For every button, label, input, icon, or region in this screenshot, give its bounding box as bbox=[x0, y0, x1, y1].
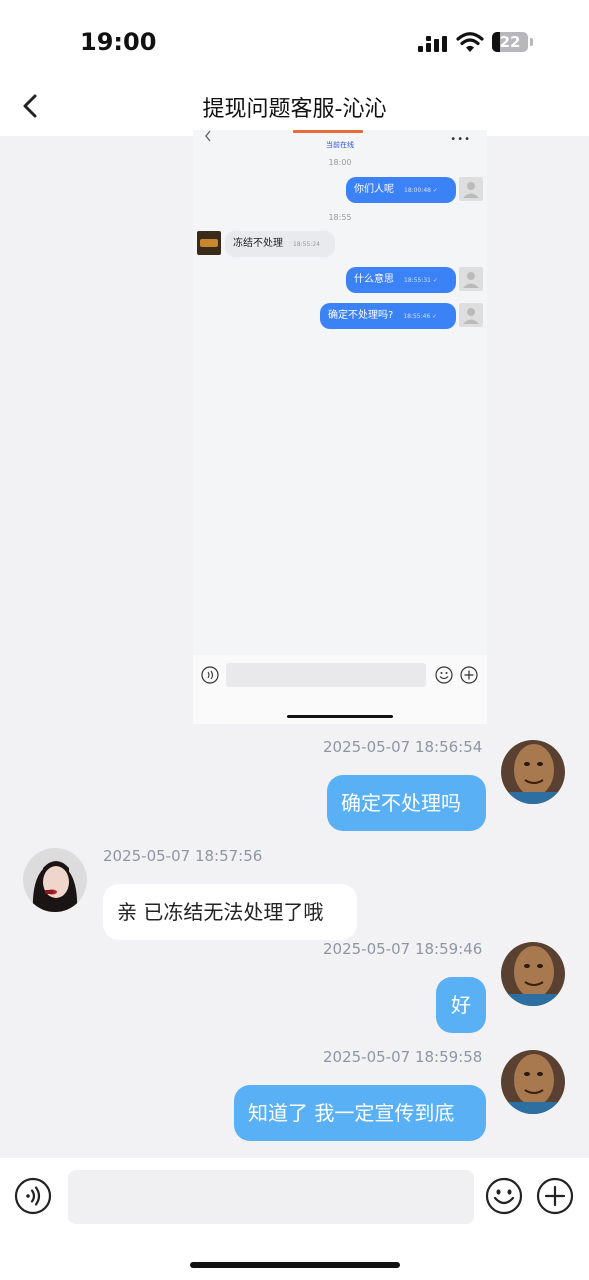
plus-icon[interactable] bbox=[536, 1177, 574, 1215]
agent-avatar[interactable] bbox=[23, 848, 87, 912]
status-time: 19:00 bbox=[80, 28, 157, 56]
emoji-icon[interactable] bbox=[485, 1177, 523, 1215]
user-avatar[interactable] bbox=[501, 942, 565, 1006]
message-bubble-incoming[interactable]: 亲 已冻结无法处理了哦 bbox=[103, 884, 357, 940]
message-input[interactable] bbox=[68, 1170, 474, 1224]
message-timestamp: 2025-05-07 18:59:46 bbox=[323, 940, 483, 958]
shot-time-label: 18:00 bbox=[328, 158, 352, 167]
message-bubble-outgoing[interactable]: 好 bbox=[436, 977, 486, 1033]
message-timestamp: 2025-05-07 18:59:58 bbox=[323, 1048, 483, 1066]
shot-bubble-in: 冻结不处理 18:55:24 bbox=[225, 231, 335, 257]
shot-home-indicator bbox=[287, 715, 393, 718]
battery-icon: 22 bbox=[492, 32, 528, 52]
shot-bubble-out: 什么意思 18:55:31 ✓ bbox=[346, 267, 456, 293]
page-title: 提现问题客服-沁沁 bbox=[202, 97, 387, 122]
shot-title-fragment bbox=[293, 130, 363, 133]
message-timestamp: 2025-05-07 18:57:56 bbox=[103, 847, 263, 865]
shot-bubble-out: 你们人呢 18:00:48 ✓ bbox=[346, 177, 456, 203]
battery-nub bbox=[530, 38, 533, 46]
shot-online-status: 当前在线 bbox=[326, 141, 354, 149]
signal-icon bbox=[418, 36, 447, 52]
shot-avatar-placeholder bbox=[459, 267, 483, 291]
shot-agent-avatar bbox=[197, 231, 221, 255]
embedded-screenshot-image[interactable]: 当前在线 ••• 18:00 你们人呢 18:00:48 ✓ 18:55 冻结不处… bbox=[193, 130, 487, 724]
message-bubble-outgoing[interactable]: 知道了 我一定宣传到底 bbox=[234, 1085, 486, 1141]
user-avatar[interactable] bbox=[501, 740, 565, 804]
shot-avatar-placeholder bbox=[459, 303, 483, 327]
voice-icon[interactable] bbox=[14, 1177, 52, 1215]
shot-plus-icon bbox=[460, 666, 478, 684]
shot-bubble-out: 确定不处理吗? 18:55:46 ✓ bbox=[320, 303, 456, 329]
shot-avatar-placeholder bbox=[459, 177, 483, 201]
shot-emoji-icon bbox=[435, 666, 453, 684]
shot-input-bar bbox=[193, 655, 487, 724]
battery-level: 22 bbox=[499, 33, 521, 51]
wifi-icon bbox=[456, 32, 484, 52]
home-indicator bbox=[190, 1262, 400, 1268]
message-timestamp: 2025-05-07 18:56:54 bbox=[323, 738, 483, 756]
message-bubble-outgoing[interactable]: 确定不处理吗 bbox=[327, 775, 486, 831]
shot-input-field bbox=[226, 663, 426, 687]
shot-time-label: 18:55 bbox=[328, 213, 352, 222]
shot-header: 当前在线 ••• bbox=[193, 130, 487, 150]
shot-more-icon: ••• bbox=[450, 134, 471, 145]
user-avatar[interactable] bbox=[501, 1050, 565, 1114]
shot-voice-icon bbox=[201, 666, 219, 684]
